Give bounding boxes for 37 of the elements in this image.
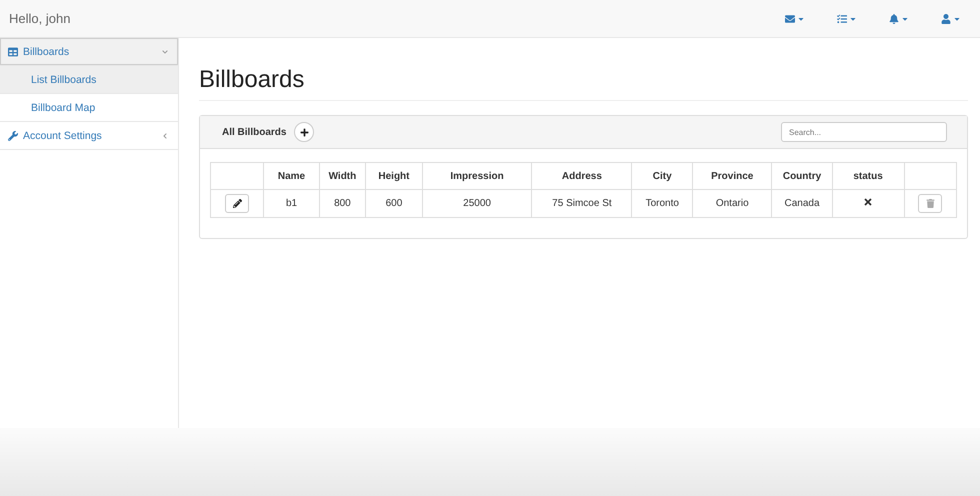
envelope-icon [785,14,795,24]
pencil-icon [232,199,242,208]
column-header: Width [319,162,366,190]
greeting: Hello, john [9,11,72,26]
table-cell: 75 Simcoe St [532,190,632,218]
column-header: Province [692,162,772,190]
table-icon [8,46,18,56]
table-cell: Ontario [692,190,772,218]
table-cell: Toronto [632,190,692,218]
panel-title: All Billboards [222,126,286,138]
user-icon [941,14,951,24]
chevron-down-icon [162,48,168,54]
edit-button[interactable] [225,194,250,213]
table-cell: b1 [264,190,320,218]
column-header: Height [366,162,422,190]
chevron-left-icon [162,132,168,138]
wrench-icon [8,130,18,140]
search-field[interactable]: Search... [781,122,947,142]
plus-icon [300,128,309,136]
column-header: Country [772,162,832,190]
trash-icon [926,199,935,208]
sidebar-subitem[interactable]: List Billboards [0,66,178,94]
sidebar-item[interactable]: Billboards [0,38,178,66]
table-cell: 600 [366,190,422,218]
column-header: Address [532,162,632,190]
page-title: Billboards [199,66,968,101]
column-header: Name [264,162,320,190]
bell-icon [889,14,899,24]
table-cell: 25000 [422,190,532,218]
delete-button[interactable] [918,194,942,213]
table-cell: 800 [319,190,366,218]
column-header: status [832,162,904,190]
add-button[interactable] [294,122,314,142]
list-icon [837,14,847,24]
column-header: City [632,162,692,190]
column-header: Impression [422,162,532,190]
table-cell: Canada [772,190,832,218]
